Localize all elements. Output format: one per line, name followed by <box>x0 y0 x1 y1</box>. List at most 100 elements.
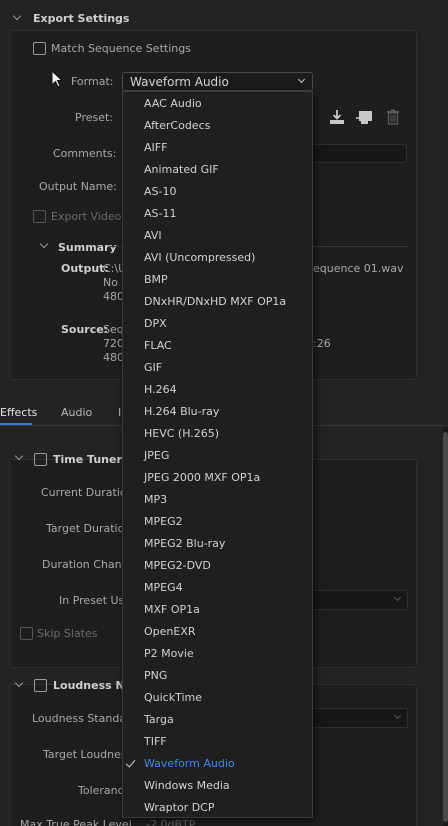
format-option[interactable]: MPEG4 <box>123 577 312 599</box>
export-settings-collapse-icon[interactable] <box>12 11 22 21</box>
format-option[interactable]: AVI <box>123 225 312 247</box>
export-video-checkbox[interactable] <box>33 210 46 223</box>
preset-label: Preset: <box>75 111 114 124</box>
in-preset-label: In Preset Use <box>59 594 132 607</box>
loudness-title: Loudness No <box>53 679 133 692</box>
loudness-checkbox[interactable] <box>34 679 47 692</box>
format-option-label: AIFF <box>144 141 168 154</box>
checkmark-icon <box>125 757 136 768</box>
chevron-down-icon <box>297 75 306 84</box>
format-option[interactable]: Waveform Audio <box>123 753 312 775</box>
format-dropdown-menu: AAC Audio AfterCodecs AIFF Animated GIF AS-1… <box>122 91 313 818</box>
format-option[interactable]: P2 Movie <box>123 643 312 665</box>
source-duration-tail: :26 <box>313 337 331 350</box>
format-option[interactable]: AS-11 <box>123 203 312 225</box>
format-option[interactable]: FLAC <box>123 335 312 357</box>
format-option[interactable]: AAC Audio <box>123 93 312 115</box>
format-option[interactable]: Targa <box>123 709 312 731</box>
format-option-label: MPEG2-DVD <box>144 559 211 572</box>
format-option[interactable]: MPEG2-DVD <box>123 555 312 577</box>
format-option[interactable]: H.264 Blu-ray <box>123 401 312 423</box>
format-option-label: Animated GIF <box>144 163 219 176</box>
format-option-label: MP3 <box>144 493 168 506</box>
tab-audio[interactable]: Audio <box>61 406 92 419</box>
mouse-cursor-icon <box>51 70 63 88</box>
format-option[interactable]: QuickTime <box>123 687 312 709</box>
format-option-label: MXF OP1a <box>144 603 200 616</box>
output-label: Output: <box>61 262 109 275</box>
format-select[interactable]: Waveform Audio <box>122 72 313 91</box>
skip-slates-label: Skip Slates <box>37 627 98 640</box>
format-option[interactable]: AS-10 <box>123 181 312 203</box>
format-option[interactable]: DPX <box>123 313 312 335</box>
format-option-label: PNG <box>144 669 168 682</box>
format-option-label: H.264 Blu-ray <box>144 405 220 418</box>
chevron-down-icon <box>393 711 402 720</box>
trash-icon[interactable] <box>386 109 400 125</box>
target-duration-label: Target Duration <box>46 522 132 535</box>
chevron-down-icon <box>393 593 402 602</box>
format-options-list: AAC Audio AfterCodecs AIFF Animated GIF AS-1… <box>123 92 312 819</box>
format-option[interactable]: HEVC (H.265) <box>123 423 312 445</box>
format-option[interactable]: AfterCodecs <box>123 115 312 137</box>
format-option[interactable]: MPEG2 Blu-ray <box>123 533 312 555</box>
format-option[interactable]: JPEG <box>123 445 312 467</box>
max-true-peak-value[interactable]: -2.0dBTP <box>146 818 195 826</box>
import-preset-icon[interactable] <box>355 110 373 125</box>
format-option[interactable]: MPEG2 <box>123 511 312 533</box>
format-option-label: AfterCodecs <box>144 119 211 132</box>
max-true-peak-label: Max True Peak Level <box>20 818 132 826</box>
format-option[interactable]: Animated GIF <box>123 159 312 181</box>
format-option-label: MPEG4 <box>144 581 183 594</box>
format-option-label: H.264 <box>144 383 177 396</box>
source-line-1: Seq <box>103 323 124 336</box>
format-option-label: AS-11 <box>144 207 177 220</box>
active-tab-indicator <box>0 423 32 425</box>
format-option[interactable]: PNG <box>123 665 312 687</box>
format-option-label: Wraptor DCP <box>144 801 215 814</box>
format-option[interactable]: AIFF <box>123 137 312 159</box>
format-option-label: GIF <box>144 361 163 374</box>
format-option[interactable]: GIF <box>123 357 312 379</box>
time-tuner-title: Time Tuner <box>53 453 122 466</box>
format-option-label: BMP <box>144 273 168 286</box>
format-option[interactable]: Windows Media <box>123 775 312 797</box>
skip-slates-checkbox[interactable] <box>20 627 33 640</box>
format-option-label: OpenEXR <box>144 625 196 638</box>
loudness-standard-select[interactable] <box>300 708 408 728</box>
format-option[interactable]: MXF OP1a <box>123 599 312 621</box>
source-line-3: 480 <box>103 351 124 364</box>
source-line-2: 720 <box>103 337 124 350</box>
format-option[interactable]: Wraptor DCP <box>123 797 312 819</box>
tab-effects[interactable]: Effects <box>0 406 37 419</box>
format-option[interactable]: AVI (Uncompressed) <box>123 247 312 269</box>
format-option-label: TIFF <box>144 735 167 748</box>
effects-scrollbar-thumb[interactable] <box>443 432 448 822</box>
format-option-label: JPEG <box>144 449 170 462</box>
format-option-label: P2 Movie <box>144 647 194 660</box>
format-option[interactable]: H.264 <box>123 379 312 401</box>
format-option-label: AVI (Uncompressed) <box>144 251 256 264</box>
format-option[interactable]: MP3 <box>123 489 312 511</box>
time-tuner-checkbox[interactable] <box>34 453 47 466</box>
target-loudness-label: Target Loudness <box>43 748 133 761</box>
format-option-label: MPEG2 Blu-ray <box>144 537 226 550</box>
match-sequence-checkbox[interactable] <box>33 42 46 55</box>
export-video-label: Export Video <box>51 210 122 223</box>
format-option-label: JPEG 2000 MXF OP1a <box>144 471 261 484</box>
export-settings-title: Export Settings <box>33 12 130 25</box>
format-option[interactable]: DNxHR/DNxHD MXF OP1a <box>123 291 312 313</box>
comments-input[interactable] <box>300 144 407 163</box>
download-preset-icon[interactable] <box>329 109 345 125</box>
tab-partial[interactable]: I <box>118 406 121 419</box>
format-option-label: AVI <box>144 229 162 242</box>
format-select-value: Waveform Audio <box>130 75 229 89</box>
summary-title: Summary <box>58 241 117 254</box>
format-option[interactable]: BMP <box>123 269 312 291</box>
current-duration-label: Current Duration <box>41 486 134 499</box>
format-option[interactable]: OpenEXR <box>123 621 312 643</box>
format-option[interactable]: TIFF <box>123 731 312 753</box>
format-option-label: QuickTime <box>144 691 203 704</box>
in-preset-select[interactable] <box>300 590 408 610</box>
format-option[interactable]: JPEG 2000 MXF OP1a <box>123 467 312 489</box>
